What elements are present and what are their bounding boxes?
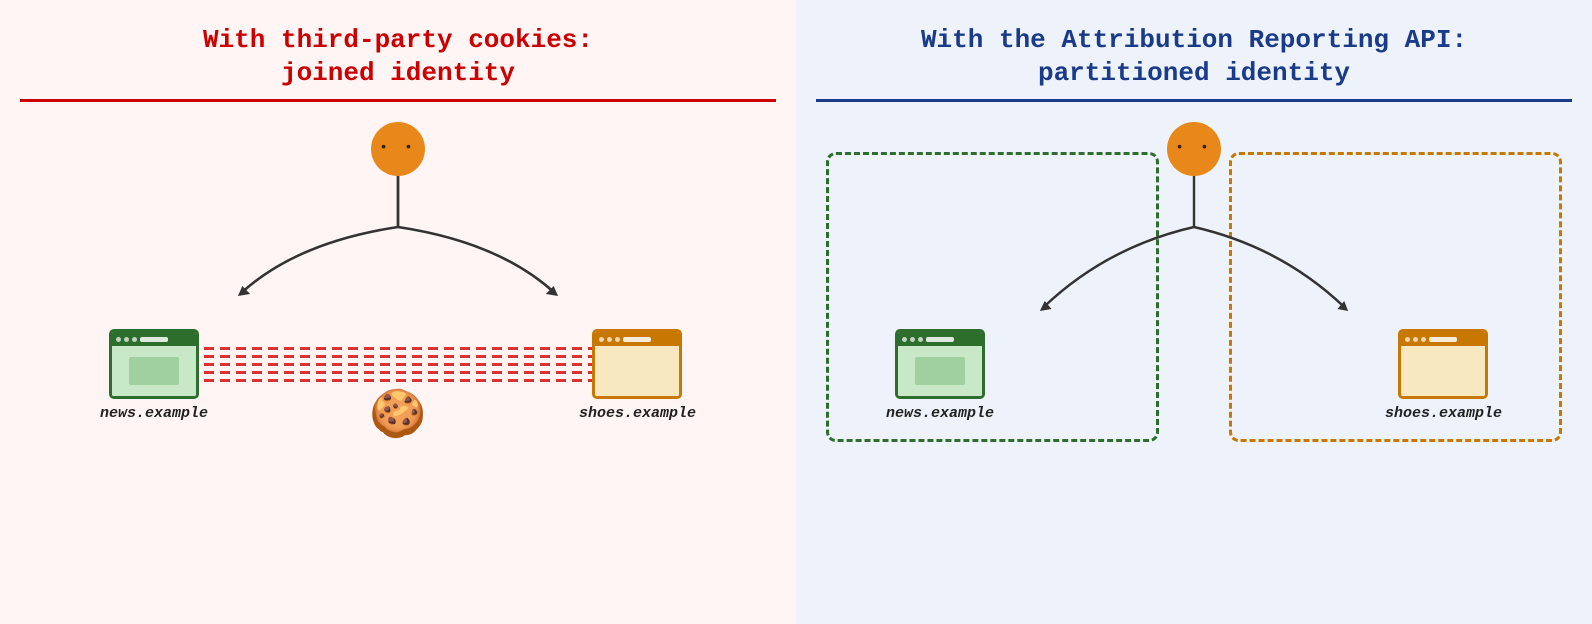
browser-dot-rs2 [1413,337,1418,342]
browser-dot-rs3 [1421,337,1426,342]
browser-bar-shoes [595,332,679,346]
browser-dot-rn1 [902,337,907,342]
browser-window-news-r [895,329,985,399]
news-label-right: news.example [886,405,994,422]
browser-dot-3 [132,337,137,342]
browser-inner-news [129,357,179,385]
dashed-connection [188,341,608,387]
dashed-arrow-right [188,347,608,350]
browser-dot-1 [116,337,121,342]
browser-dot-s1 [599,337,604,342]
browser-url-bar [140,337,168,342]
browser-shoes-right: shoes.example [1385,329,1502,422]
dashed-arrow-left2 [188,371,608,374]
left-title-line2: joined identity [281,58,515,88]
browser-url-bar-shoes [623,337,651,342]
browser-news-right: news.example [886,329,994,422]
dashed-arrow-right3 [188,379,608,382]
browser-bar-news [112,332,196,346]
browser-content-news [112,346,196,396]
browser-inner-news-r [915,357,965,385]
browser-window-shoes-r [1398,329,1488,399]
browser-window-news [109,329,199,399]
browser-content-shoes [595,346,679,396]
news-label-left: news.example [100,405,208,422]
right-diagram: news.example shoes.example [816,122,1572,482]
right-divider [816,99,1572,102]
browser-url-bar-rs [1429,337,1457,342]
browser-dot-s3 [615,337,620,342]
right-panel: With the Attribution Reporting API: part… [796,0,1592,624]
browser-news-left: news.example [100,329,208,422]
dashed-arrow-left [188,355,608,358]
browser-dot-2 [124,337,129,342]
cookie-icon: 🍪 [369,394,426,440]
browser-dot-rs1 [1405,337,1410,342]
left-diagram: news.example shoes.example 🍪 [20,122,776,482]
browser-url-bar-rn [926,337,954,342]
browser-content-news-r [898,346,982,396]
browser-dot-s2 [607,337,612,342]
cookie-emoji: 🍪 [369,391,426,443]
left-panel-title: With third-party cookies: joined identit… [203,24,593,89]
left-title-line1: With third-party cookies: [203,25,593,55]
browser-bar-news-r [898,332,982,346]
left-divider [20,99,776,102]
browser-dot-rn3 [918,337,923,342]
browser-dot-rn2 [910,337,915,342]
browser-shoes-left: shoes.example [579,329,696,422]
shoes-label-left: shoes.example [579,405,696,422]
browser-content-shoes-r [1401,346,1485,396]
right-panel-title: With the Attribution Reporting API: part… [921,24,1467,89]
dashed-arrow-right2 [188,363,608,366]
browser-bar-shoes-r [1401,332,1485,346]
shoes-label-right: shoes.example [1385,405,1502,422]
right-title-line1: With the Attribution Reporting API: [921,25,1467,55]
right-title-line2: partitioned identity [1038,58,1350,88]
person-icon-left [371,122,425,176]
browser-window-shoes [592,329,682,399]
person-icon-right [1167,122,1221,176]
left-panel: With third-party cookies: joined identit… [0,0,796,624]
